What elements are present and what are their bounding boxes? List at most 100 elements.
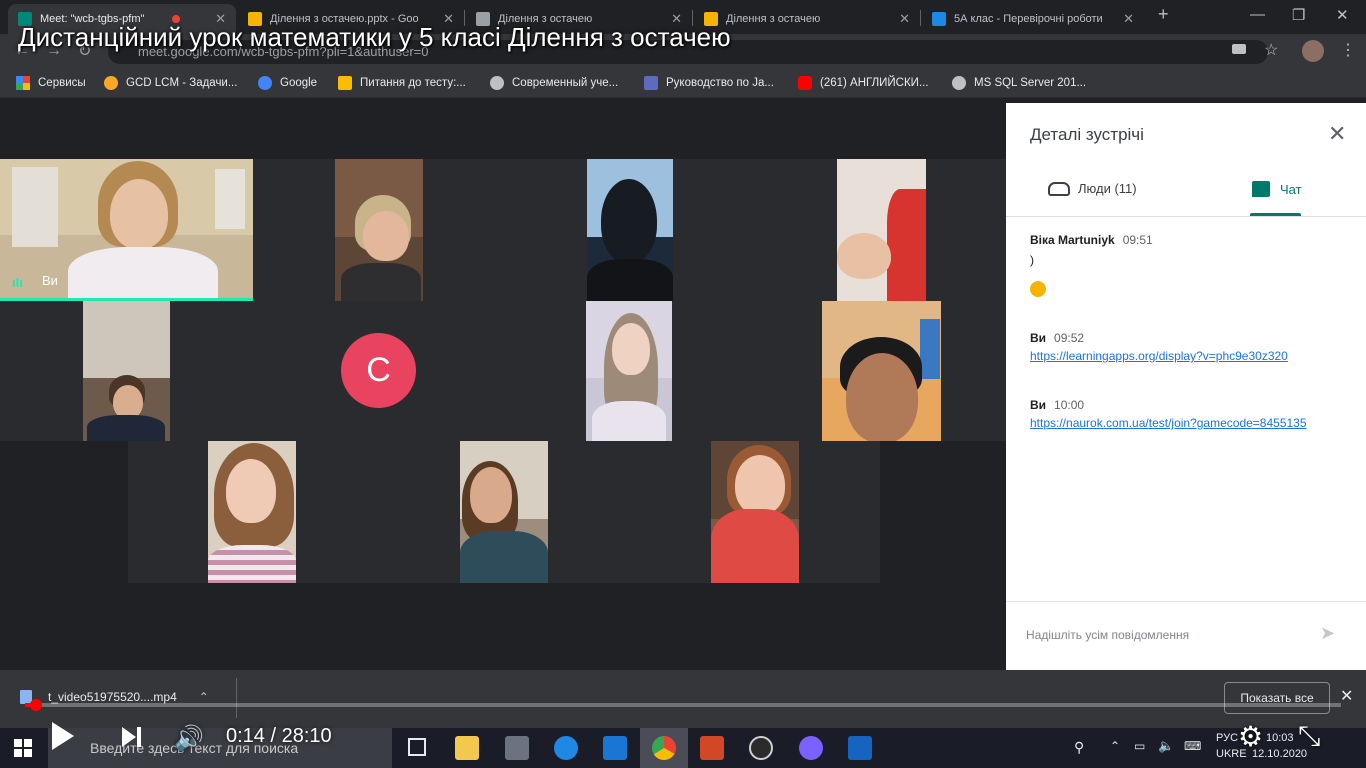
participant-tile[interactable] <box>837 159 926 301</box>
tab-chat[interactable]: Чат <box>1252 181 1302 197</box>
close-icon[interactable]: ✕ <box>1115 11 1134 27</box>
codewars-icon <box>104 76 118 90</box>
show-all-button[interactable]: Показать все <box>1224 682 1330 714</box>
chrome-icon[interactable] <box>652 736 676 760</box>
volume-icon[interactable]: 🔊 <box>174 724 204 753</box>
participant-avatar[interactable]: C <box>341 333 416 408</box>
meeting-details-panel: Деталі зустрічі ✕ Люди (11) Чат Віка Mar… <box>1006 103 1366 670</box>
close-icon[interactable]: ✕ <box>1328 121 1346 147</box>
message-time: 09:52 <box>1054 331 1085 345</box>
total-time: 28:10 <box>281 725 332 747</box>
tab-chat-label: Чат <box>1280 181 1302 197</box>
volume-icon[interactable]: 🔈 <box>1158 738 1174 754</box>
participant-tile[interactable] <box>587 159 673 301</box>
bookmark-google[interactable]: Google <box>258 76 317 90</box>
file-explorer-icon[interactable] <box>455 736 479 760</box>
menu-icon[interactable]: ⋮ <box>1340 40 1356 60</box>
close-icon[interactable]: ✕ <box>891 11 910 27</box>
keyboard-icon[interactable]: ⌨ <box>1184 739 1201 753</box>
divider <box>1006 601 1366 602</box>
message-link[interactable]: https://naurok.com.ua/test/join?gamecode… <box>1030 416 1307 430</box>
bookmark-gcd-lcm[interactable]: GCD LCM - Задачи... <box>104 76 237 90</box>
video-title: Дистанційний урок математики у 5 класі Д… <box>18 22 731 52</box>
play-icon[interactable] <box>52 722 74 750</box>
download-item[interactable]: t_video51975520....mp4 ⌃ <box>20 690 209 704</box>
doc-icon <box>338 76 352 90</box>
participant-tile[interactable] <box>83 301 170 441</box>
tab-people[interactable]: Люди (11) <box>1048 181 1137 196</box>
camera-icon[interactable] <box>1232 44 1246 54</box>
input-language[interactable]: РУС <box>1216 732 1238 744</box>
windows-taskbar: Введите здесь текст для поиска ⚲ ⌃ ▭ 🔈 ⌨… <box>0 728 1366 768</box>
participant-tile-self[interactable]: ıIı Ви <box>0 159 253 301</box>
restore-icon[interactable]: ❐ <box>1292 6 1305 24</box>
bookmark-label: Сервисы <box>38 77 86 89</box>
globe-icon <box>490 76 504 90</box>
bookmark-java-guide[interactable]: Руководство по Ja... <box>644 76 774 90</box>
chevron-up-icon[interactable]: ⌃ <box>1110 739 1120 753</box>
minimize-icon[interactable]: — <box>1250 6 1265 23</box>
google-icon <box>258 76 272 90</box>
meet-video-grid: ıIı Ви C <box>0 103 1006 670</box>
participant-tile[interactable] <box>586 301 672 441</box>
globe-icon <box>952 76 966 90</box>
bookmark-label: Руководство по Ja... <box>666 77 774 89</box>
people-tray-icon[interactable]: ⚲ <box>1074 739 1084 756</box>
chevron-up-icon[interactable]: ⌃ <box>199 690 209 704</box>
chat-message-header: Ви 10:00 <box>1030 398 1084 412</box>
download-file-name: t_video51975520....mp4 <box>48 690 177 704</box>
message-sender: Ви <box>1030 398 1047 412</box>
bookmark-ms-sql[interactable]: MS SQL Server 201... <box>952 76 1086 90</box>
bookmark-services[interactable]: Сервисы <box>16 76 86 90</box>
participant-figure <box>110 179 168 249</box>
participant-figure <box>846 353 918 441</box>
send-icon[interactable]: ➤ <box>1320 623 1335 644</box>
star-icon[interactable]: ☆ <box>1264 40 1278 60</box>
bookmark-english[interactable]: (261) АНГЛИЙСКИ... <box>798 76 929 90</box>
window-close-icon[interactable]: ✕ <box>1336 6 1349 24</box>
next-icon[interactable] <box>122 727 136 747</box>
divider <box>1006 216 1366 217</box>
tab-classroom[interactable]: 5А клас - Перевірочні роботи ✕ <box>922 4 1144 34</box>
participant-tile[interactable] <box>822 301 941 441</box>
bookmark-label: Современный уче... <box>512 77 619 89</box>
edge-icon[interactable] <box>554 736 578 760</box>
viber-icon[interactable] <box>799 736 823 760</box>
participant-tile[interactable] <box>460 441 548 583</box>
exit-fullscreen-icon[interactable]: ⤡ <box>1298 720 1320 753</box>
tile-background <box>83 301 170 378</box>
store-icon[interactable] <box>505 736 529 760</box>
youtube-icon <box>798 76 812 90</box>
participant-tile[interactable] <box>208 441 296 583</box>
taskbar-search-input[interactable]: Введите здесь текст для поиска <box>48 728 392 768</box>
chat-message-input[interactable]: Надішліть усім повідомлення <box>1026 628 1189 642</box>
background-object <box>920 319 940 379</box>
settings-gear-icon[interactable]: ⚙ <box>1238 720 1263 753</box>
participant-tile[interactable] <box>335 159 423 301</box>
new-tab-button[interactable]: + <box>1158 4 1169 25</box>
clock-time[interactable]: 10:03 <box>1266 732 1294 744</box>
network-icon[interactable]: ▭ <box>1134 739 1145 753</box>
video-editor-icon[interactable] <box>848 736 872 760</box>
obs-icon[interactable] <box>749 736 773 760</box>
panel-title: Деталі зустрічі <box>1030 125 1144 144</box>
participant-tile[interactable] <box>711 441 799 583</box>
tab-label: Ділення з остачею <box>726 13 821 25</box>
windows-start-icon[interactable] <box>14 739 32 757</box>
close-icon[interactable]: ✕ <box>1340 686 1353 706</box>
message-link[interactable]: https://learningapps.org/display?v=phc9e… <box>1030 349 1288 363</box>
profile-avatar[interactable] <box>1302 40 1324 62</box>
video-progress-bar[interactable] <box>25 699 1341 711</box>
participant-figure <box>587 259 673 301</box>
participant-figure <box>711 509 799 583</box>
bookmark-modern-teacher[interactable]: Современный уче... <box>490 76 618 90</box>
people-icon <box>1048 181 1070 196</box>
bookmark-test-questions[interactable]: Питання до тесту:... <box>338 76 466 90</box>
video-scrubber-handle[interactable] <box>29 699 42 711</box>
mail-icon[interactable] <box>603 736 627 760</box>
task-view-icon[interactable] <box>408 738 426 756</box>
powerpoint-icon[interactable] <box>700 736 724 760</box>
bookmark-label: Питання до тесту:... <box>360 77 466 89</box>
participant-figure <box>208 545 296 583</box>
next-icon-bar <box>137 727 141 747</box>
